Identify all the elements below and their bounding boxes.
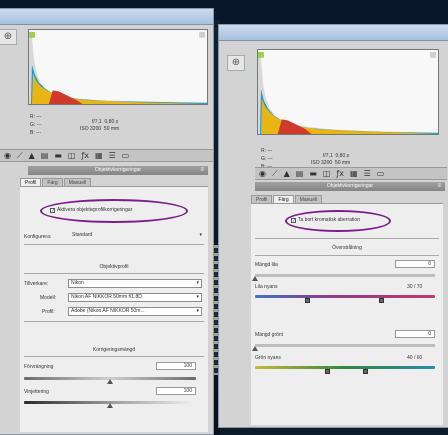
setup-label: Konfigurera: [24, 234, 52, 240]
defringe-header: Överstrålning [332, 245, 362, 251]
lens-corrections-icon[interactable]: ◫ [323, 168, 331, 179]
camera-calibration-icon[interactable]: ▦ [350, 168, 358, 179]
purple-hue-value: 30 / 70 [407, 284, 423, 290]
purple-hue-label: Lila nyans [255, 284, 278, 290]
make-select[interactable]: Nikon ▾ [68, 279, 202, 288]
purple-amount-label: Mängd lila [255, 262, 278, 268]
green-hue-thumb-max[interactable] [363, 369, 368, 374]
window-titlebar [0, 9, 213, 25]
model-label: Modell: [40, 295, 57, 301]
hsl-icon[interactable]: ▤ [41, 150, 49, 161]
basic-icon[interactable]: ◉ [4, 150, 11, 161]
vignetting-slider-thumb[interactable] [107, 403, 113, 408]
remove-ca-checkbox[interactable]: ✓ Ta bort kromatisk aberration [291, 217, 360, 223]
color-tab-content: ✓ Ta bort kromatisk aberration Överstrål… [251, 203, 443, 425]
window-titlebar [219, 25, 448, 41]
panel-tabs-toolbar: ◉ ⟋ ▲ ▤ ▬ ◫ ƒx ▦ ☰ ▭ [0, 149, 213, 162]
profile-tab-content: ✓ Aktivera objektivprofilkorrigeringar K… [20, 186, 208, 432]
histogram [28, 29, 208, 105]
vignetting-slider[interactable] [24, 401, 196, 408]
detail-icon[interactable]: ▲ [284, 168, 290, 179]
exposure-info: f/7,1 0,80 s ISO 3200 50 mm [80, 119, 120, 132]
lens-corrections-icon[interactable]: ◫ [68, 150, 76, 161]
section-title: Objektivkorrigeringar ≡ [28, 166, 208, 175]
distortion-slider[interactable] [24, 377, 196, 384]
effects-icon[interactable]: ƒx [336, 168, 344, 179]
menu-icon[interactable]: ≡ [437, 182, 441, 191]
workflow-icon[interactable]: ⊕ [227, 55, 245, 71]
divider [24, 356, 204, 357]
panel-tabs-toolbar: ◉ ⟋ ▲ ▤ ▬ ◫ ƒx ▦ ☰ ▭ [255, 167, 447, 180]
camera-calibration-icon[interactable]: ▦ [95, 150, 103, 161]
purple-amount-value[interactable]: 0 [395, 260, 435, 268]
divider [255, 238, 439, 239]
exposure-info: f/7,1 0,80 s ISO 3200 50 mm [311, 153, 351, 166]
menu-icon[interactable]: ≡ [200, 166, 204, 175]
checkbox-box[interactable]: ✓ [291, 217, 296, 223]
split-toning-icon[interactable]: ▬ [54, 150, 62, 161]
enable-profile-checkbox[interactable]: ✓ Aktivera objektivprofilkorrigeringar [50, 207, 132, 213]
green-hue-value: 40 / 60 [407, 355, 423, 361]
snapshots-icon[interactable]: ▭ [377, 168, 385, 179]
purple-amount-thumb[interactable] [252, 276, 258, 281]
presets-icon[interactable]: ☰ [364, 168, 371, 179]
profile-label: Profil: [42, 309, 55, 315]
hsl-icon[interactable]: ▤ [296, 168, 304, 179]
purple-hue-thumb-min[interactable] [305, 298, 310, 303]
tone-curve-icon[interactable]: ⟋ [272, 168, 278, 179]
make-label: Tillverkare: [24, 281, 49, 287]
split-toning-icon[interactable]: ▬ [309, 168, 317, 179]
detail-icon[interactable]: ▲ [29, 150, 35, 161]
lens-profile-header: Objektivprofil [99, 264, 129, 270]
divider [255, 255, 439, 256]
green-amount-label: Mängd grönt [255, 332, 284, 338]
divider [24, 273, 204, 274]
setup-select[interactable]: Standard ▾ [70, 232, 204, 241]
profile-select[interactable]: Adobe (Nikon AF NIKKOR 50m... ▾ [68, 307, 202, 316]
green-amount-value[interactable]: 0 [395, 330, 435, 338]
checkbox-box[interactable]: ✓ [50, 207, 55, 213]
green-hue-thumb-min[interactable] [325, 369, 330, 374]
purple-hue-thumb-max[interactable] [379, 298, 384, 303]
divider [24, 244, 204, 245]
green-hue-slider[interactable] [255, 366, 435, 374]
workflow-icon[interactable]: ⊕ [0, 29, 17, 45]
snapshots-icon[interactable]: ▭ [122, 150, 130, 161]
green-hue-label: Grön nyans [255, 355, 281, 361]
vignetting-label: Vinjettering [24, 389, 49, 395]
camera-raw-panel-profile: ⊕ R: --- G: --- B: --- f/7,1 0,80 s ISO … [0, 8, 214, 435]
tone-curve-icon[interactable]: ⟋ [17, 150, 23, 161]
distortion-slider-thumb[interactable] [107, 379, 113, 384]
rgb-readout: R: --- G: --- B: --- [30, 114, 42, 136]
purple-amount-slider[interactable] [252, 274, 435, 281]
divider [24, 321, 204, 322]
green-amount-slider[interactable] [252, 344, 435, 351]
green-amount-thumb[interactable] [252, 346, 258, 351]
presets-icon[interactable]: ☰ [109, 150, 116, 161]
purple-hue-slider[interactable] [255, 295, 435, 303]
section-title: Objektivkorrigeringar ≡ [255, 182, 445, 191]
distortion-value[interactable]: 100 [156, 362, 196, 370]
model-select[interactable]: Nikon AF NIKKOR 50mm f/1.8D ▾ [68, 293, 202, 302]
effects-icon[interactable]: ƒx [81, 150, 89, 161]
distortion-label: Förvrängning [24, 364, 54, 370]
correction-amount-header: Korrigeringsmängd [92, 347, 136, 353]
camera-raw-panel-color: ⊕ R: --- G: --- B: --- f/7,1 0,80 s ISO … [218, 24, 448, 428]
basic-icon[interactable]: ◉ [259, 168, 266, 179]
vignetting-value[interactable]: 100 [156, 387, 196, 395]
histogram [257, 49, 439, 135]
